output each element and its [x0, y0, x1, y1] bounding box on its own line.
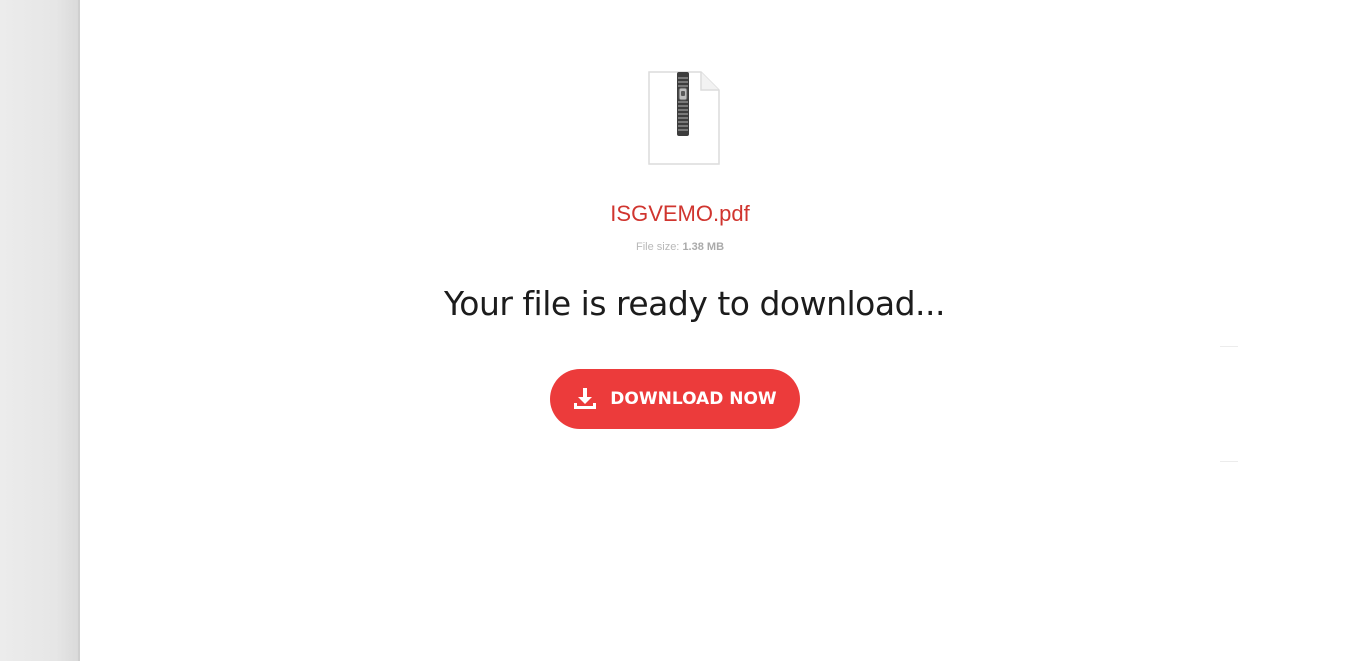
file-name: ISGVEMO.pdf — [610, 201, 750, 226]
file-size: File size: 1.38 MB — [80, 241, 1280, 253]
download-now-button[interactable]: DOWNLOAD NOW — [550, 369, 800, 429]
file-size-label: File size: — [635, 241, 680, 253]
download-icon — [574, 388, 597, 409]
main-content: ISGVEMO.pdf File size: 1.38 MB Your file… — [80, 0, 1365, 661]
download-now-label: DOWNLOAD NOW — [610, 389, 777, 409]
zip-file-icon — [648, 71, 720, 165]
page-title: Your file is ready to download... — [443, 284, 946, 323]
divider — [1220, 461, 1238, 462]
divider — [1220, 346, 1238, 347]
left-sidebar-strip — [0, 0, 80, 661]
file-size-value: 1.38 MB — [682, 241, 725, 253]
